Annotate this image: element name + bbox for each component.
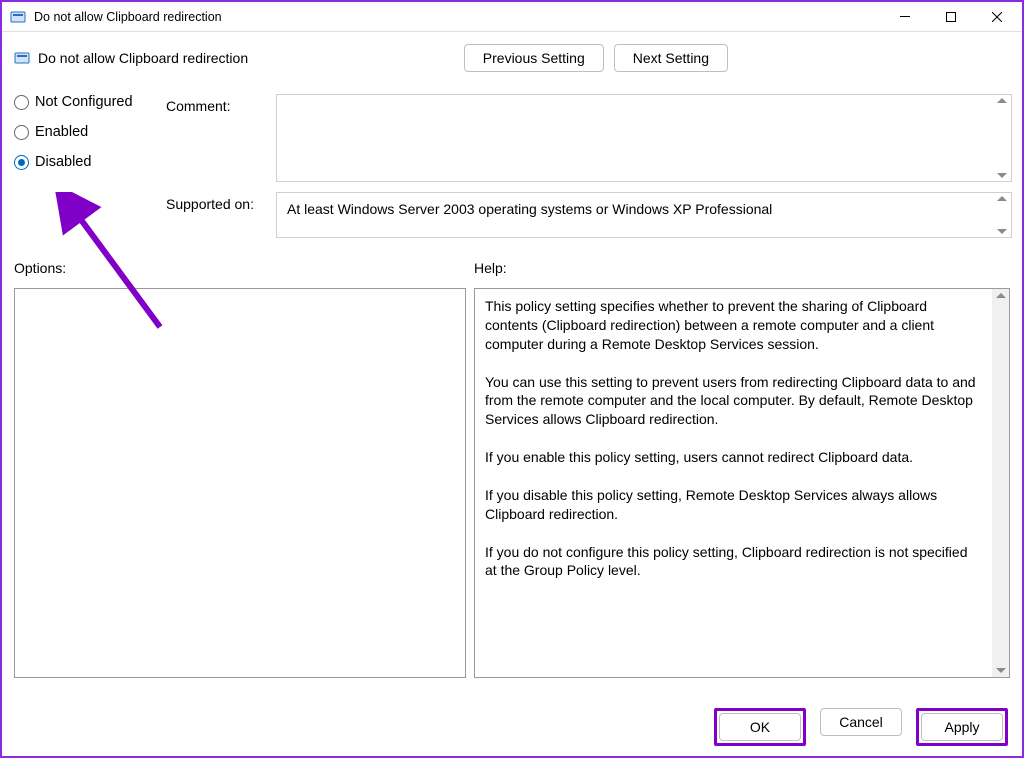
annotation-highlight: Apply: [916, 708, 1008, 746]
comment-label: Comment:: [166, 94, 276, 114]
scrollbar[interactable]: [997, 196, 1009, 234]
help-pane: This policy setting specifies whether to…: [474, 288, 1010, 678]
scroll-down-icon: [997, 173, 1007, 178]
scroll-down-icon: [996, 668, 1006, 673]
scroll-down-icon: [997, 229, 1007, 234]
options-label: Options:: [14, 260, 474, 276]
title-bar: Do not allow Clipboard redirection: [2, 2, 1022, 32]
previous-setting-button[interactable]: Previous Setting: [464, 44, 604, 72]
scroll-up-icon: [997, 98, 1007, 103]
policy-icon: [14, 50, 30, 66]
radio-not-configured[interactable]: Not Configured: [14, 94, 162, 110]
supported-on-label: Supported on:: [166, 192, 276, 212]
radio-disabled[interactable]: Disabled: [14, 154, 162, 170]
ok-button[interactable]: OK: [719, 713, 801, 741]
supported-on-box: At least Windows Server 2003 operating s…: [276, 192, 1012, 238]
comment-value: [277, 95, 1011, 111]
help-text: This policy setting specifies whether to…: [475, 289, 1009, 588]
window-title: Do not allow Clipboard redirection: [34, 10, 882, 24]
comment-textarea[interactable]: [276, 94, 1012, 182]
supported-on-value: At least Windows Server 2003 operating s…: [277, 193, 1011, 225]
cancel-button[interactable]: Cancel: [820, 708, 902, 736]
scroll-up-icon: [997, 196, 1007, 201]
policy-icon: [10, 9, 26, 25]
next-setting-button[interactable]: Next Setting: [614, 44, 728, 72]
radio-label: Not Configured: [35, 94, 133, 110]
minimize-button[interactable]: [882, 2, 928, 32]
options-pane: [14, 288, 466, 678]
apply-button[interactable]: Apply: [921, 713, 1003, 741]
radio-icon: [14, 125, 29, 140]
radio-icon: [14, 155, 29, 170]
radio-icon: [14, 95, 29, 110]
maximize-button[interactable]: [928, 2, 974, 32]
scrollbar[interactable]: [992, 289, 1009, 677]
radio-label: Disabled: [35, 154, 91, 170]
policy-title: Do not allow Clipboard redirection: [38, 50, 248, 66]
radio-label: Enabled: [35, 124, 88, 140]
help-label: Help:: [474, 260, 507, 276]
scrollbar[interactable]: [997, 98, 1009, 178]
annotation-highlight: OK: [714, 708, 806, 746]
close-button[interactable]: [974, 2, 1020, 32]
radio-enabled[interactable]: Enabled: [14, 124, 162, 140]
scroll-up-icon: [996, 293, 1006, 298]
